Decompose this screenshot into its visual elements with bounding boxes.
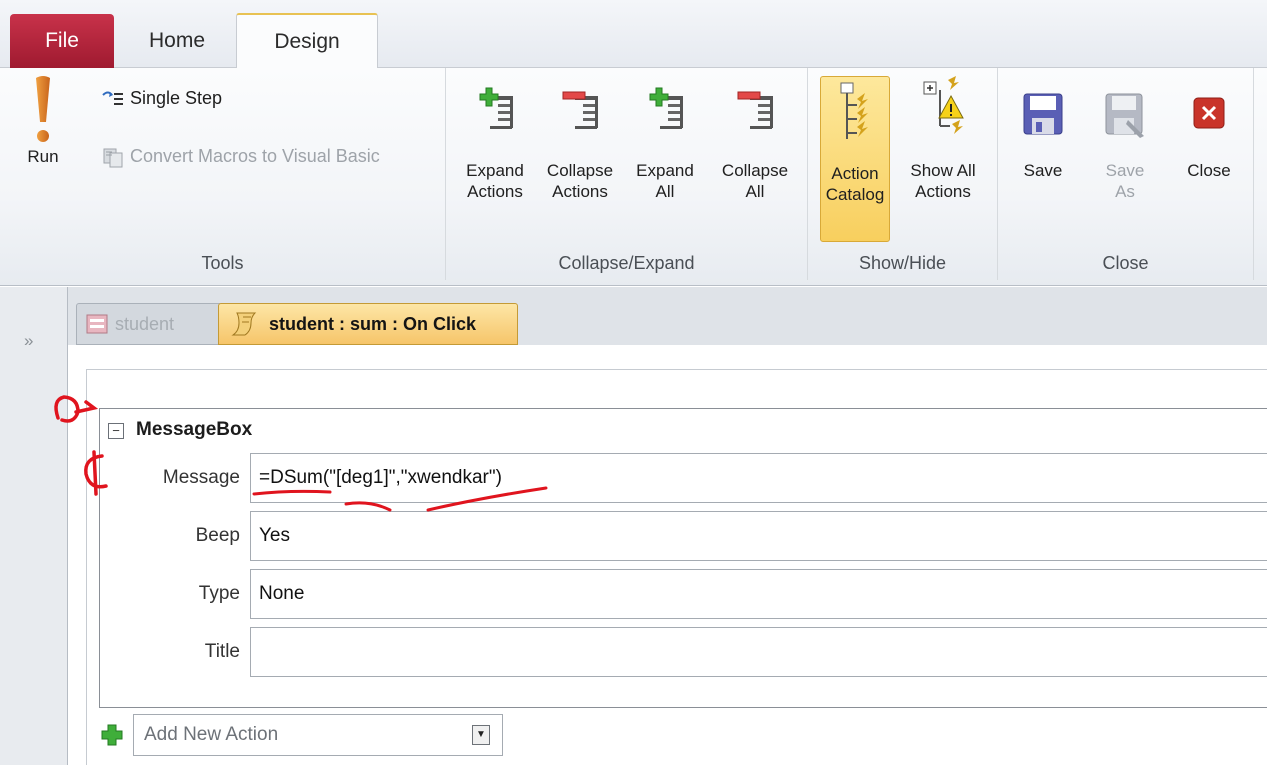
- dropdown-arrow-icon[interactable]: ▼: [472, 725, 490, 745]
- collapse-actions-icon: [562, 91, 598, 129]
- single-step-label: Single Step: [130, 88, 223, 108]
- convert-macros-label: Convert Macros to Visual Basic: [130, 146, 380, 166]
- run-label: Run: [27, 147, 59, 166]
- title-field[interactable]: [250, 627, 1267, 677]
- collapse-all-label: Collapse All: [721, 161, 789, 201]
- collapse-action-toggle[interactable]: −: [108, 423, 124, 439]
- single-step-icon: [102, 89, 124, 109]
- beep-field[interactable]: Yes: [250, 511, 1267, 561]
- convert-macros-button[interactable]: Convert Macros to Visual Basic: [102, 146, 380, 167]
- macro-editor: − MessageBox Message =DSum("[deg1]","xwe…: [68, 345, 1267, 765]
- arg-label-beep: Beep: [195, 525, 240, 546]
- action-name: MessageBox: [136, 419, 253, 440]
- add-icon: [101, 724, 123, 746]
- doc-tab-student-label: student: [115, 313, 175, 334]
- show-all-actions-label: Show All Actions: [910, 161, 976, 201]
- arg-label-message: Message: [162, 467, 240, 488]
- macro-scroll-icon: [231, 312, 257, 336]
- collapse-actions-label: Collapse Actions: [546, 161, 614, 201]
- action-catalog-button[interactable]: Action Catalog: [820, 76, 890, 242]
- group-label-collapse-expand: Collapse/Expand: [558, 252, 695, 273]
- convert-macros-icon: [102, 147, 124, 167]
- arg-label-title: Title: [204, 641, 240, 662]
- action-catalog-label: Action Catalog: [825, 164, 885, 204]
- run-button[interactable]: Run: [12, 74, 74, 167]
- save-as-button[interactable]: Save As: [1094, 74, 1156, 202]
- type-field[interactable]: None: [250, 569, 1267, 619]
- expand-actions-button[interactable]: Expand Actions: [456, 74, 534, 202]
- doc-tab-student[interactable]: student: [76, 303, 222, 345]
- action-catalog-icon: [840, 82, 868, 139]
- ribbon: Run Single Step Convert Macros to Visual…: [0, 68, 1267, 286]
- save-as-label: Save As: [1105, 161, 1145, 201]
- add-new-action-combo[interactable]: Add New Action ▼: [133, 714, 503, 756]
- collapse-actions-button[interactable]: Collapse Actions: [538, 74, 622, 202]
- message-field[interactable]: =DSum("[deg1]","xwendkar"): [250, 453, 1267, 503]
- expand-all-icon: [649, 87, 683, 129]
- save-icon: [1023, 93, 1063, 135]
- expand-actions-label: Expand Actions: [466, 161, 524, 201]
- ribbon-tab-strip: File Home Design: [0, 0, 1267, 69]
- save-as-icon: [1105, 93, 1144, 138]
- group-collapse-expand: Expand Actions Collapse Actions Expand A…: [446, 68, 808, 280]
- close-label: Close: [1187, 161, 1231, 180]
- form-icon: [86, 314, 108, 334]
- navigation-pane: »: [0, 287, 68, 765]
- add-new-action-placeholder: Add New Action: [144, 724, 279, 745]
- arg-label-type: Type: [198, 583, 240, 604]
- doc-tab-macro[interactable]: student : sum : On Click: [218, 303, 518, 345]
- macro-editor-surface: − MessageBox Message =DSum("[deg1]","xwe…: [86, 369, 1267, 765]
- show-all-actions-icon: [923, 76, 964, 134]
- save-label: Save: [1023, 161, 1063, 180]
- doc-tab-macro-label: student : sum : On Click: [269, 313, 477, 334]
- tab-design[interactable]: Design: [236, 13, 378, 69]
- close-icon: [1193, 97, 1225, 129]
- run-icon: [36, 76, 50, 142]
- group-tools: Run Single Step Convert Macros to Visual…: [0, 68, 446, 280]
- group-label-show-hide: Show/Hide: [858, 252, 947, 273]
- single-step-button[interactable]: Single Step: [102, 88, 222, 109]
- group-show-hide: Action Catalog Show All Actions Show/Hid…: [808, 68, 998, 280]
- group-label-close: Close: [1102, 252, 1149, 273]
- collapse-all-button[interactable]: Collapse All: [712, 74, 798, 202]
- group-close: Save Save As Close Close: [998, 68, 1254, 280]
- collapse-all-icon: [737, 91, 773, 129]
- show-all-actions-button[interactable]: Show All Actions: [900, 74, 986, 202]
- action-block-messagebox[interactable]: − MessageBox Message =DSum("[deg1]","xwe…: [99, 408, 1267, 708]
- tab-home[interactable]: Home: [128, 14, 226, 68]
- close-button[interactable]: Close: [1174, 74, 1244, 181]
- group-label-tools: Tools: [201, 252, 244, 273]
- add-new-action-row: Add New Action ▼: [101, 714, 503, 756]
- expand-actions-icon: [479, 87, 513, 129]
- save-button[interactable]: Save: [1012, 74, 1074, 181]
- tab-file[interactable]: File: [10, 14, 114, 68]
- nav-pane-toggle[interactable]: »: [24, 331, 33, 351]
- expand-all-button[interactable]: Expand All: [628, 74, 702, 202]
- expand-all-label: Expand All: [636, 161, 694, 201]
